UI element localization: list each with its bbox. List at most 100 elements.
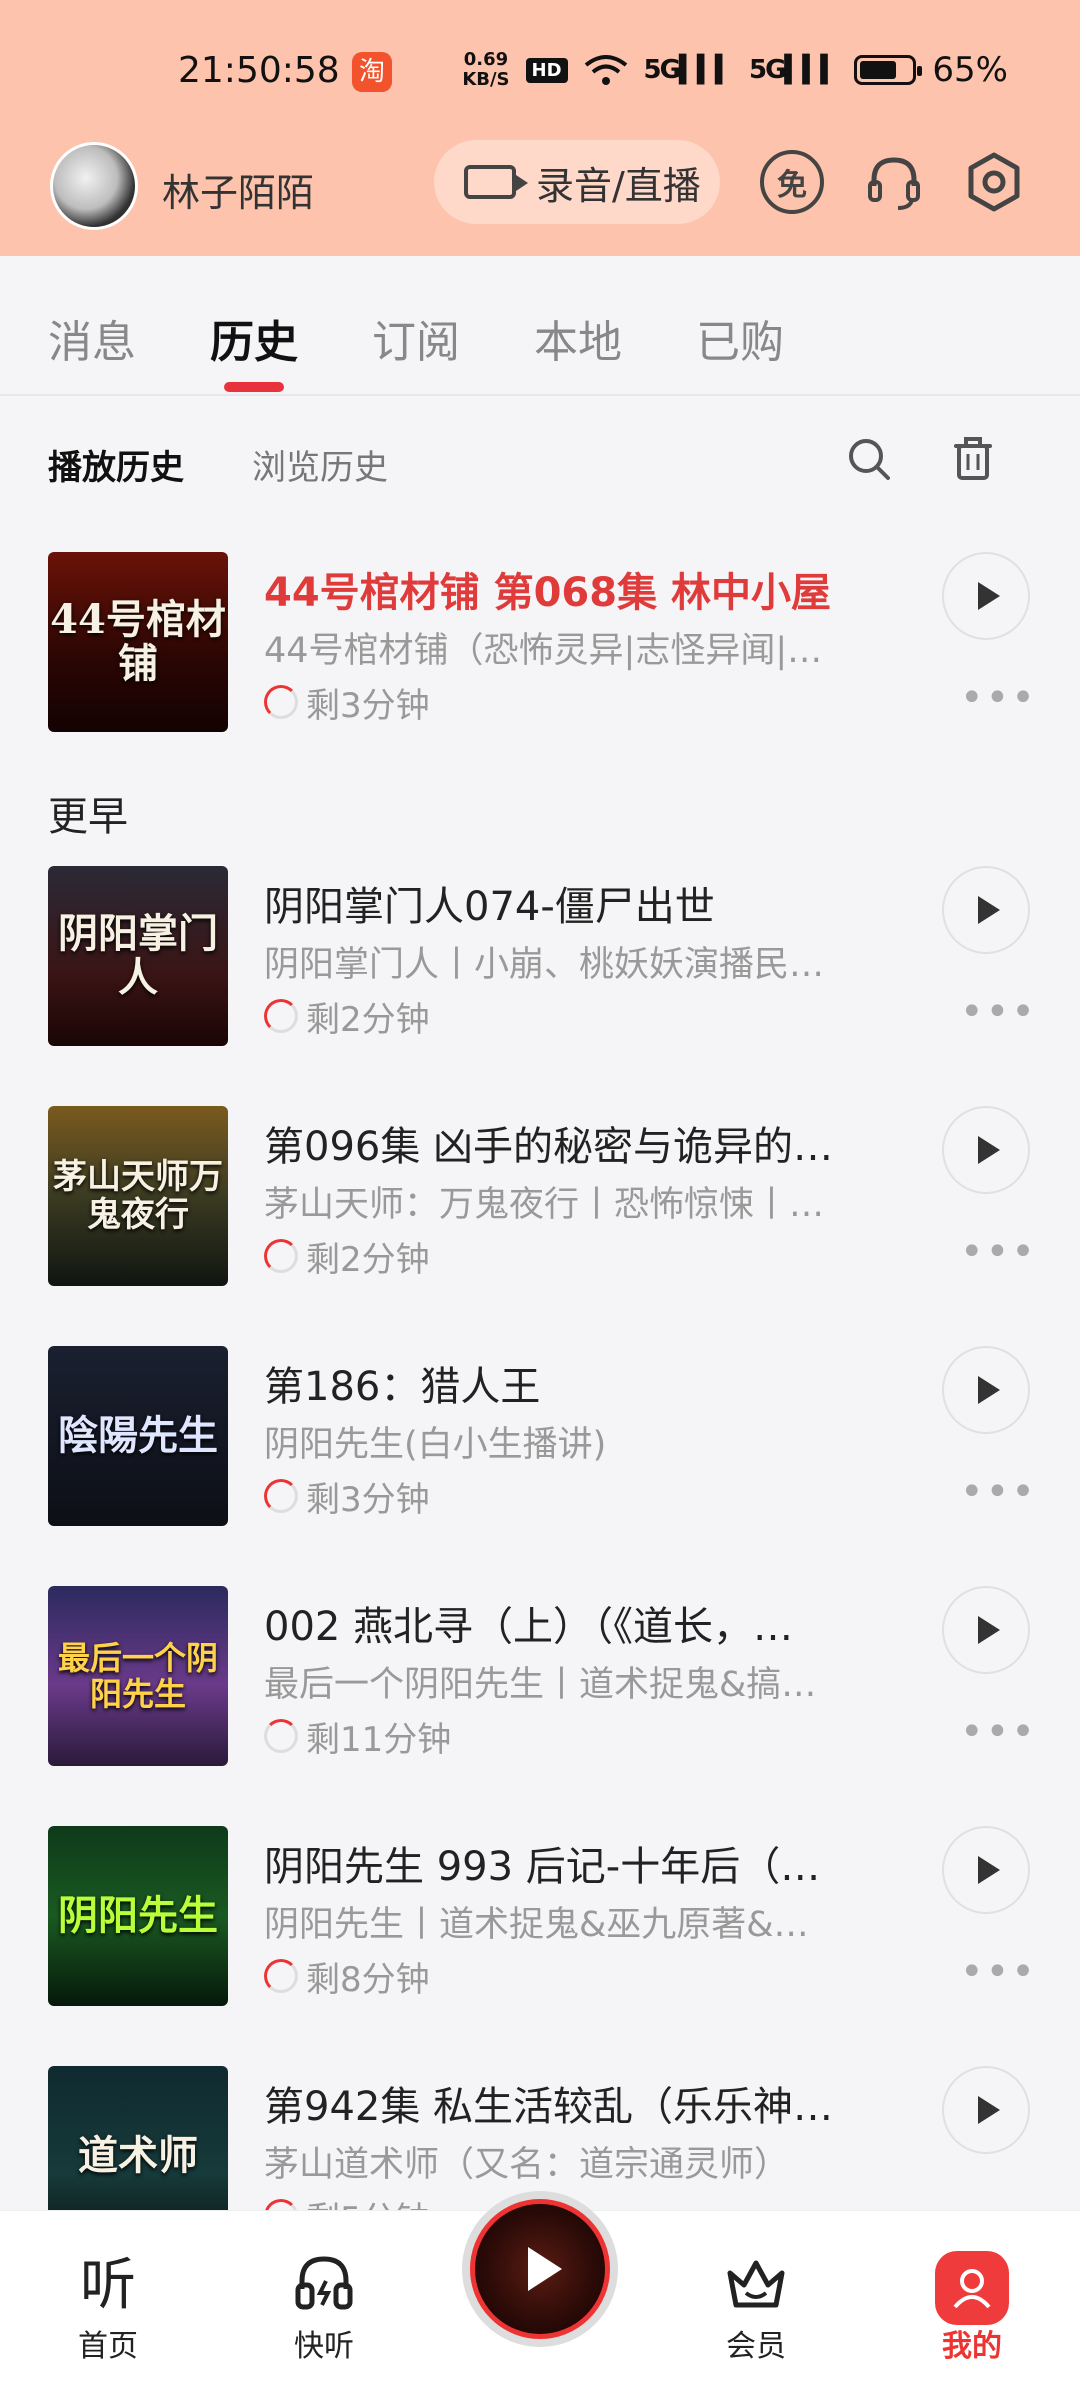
- subtab-play-history[interactable]: 播放历史: [48, 440, 184, 489]
- remaining-time: 剩2分钟: [264, 996, 430, 1040]
- episode-title[interactable]: 第186：猎人王: [264, 1354, 864, 1412]
- play-button[interactable]: [942, 1106, 1030, 1194]
- cover-title: 陰陽先生: [58, 1412, 218, 1459]
- signal-5g-icon-2: 5G▍▍▍: [748, 55, 840, 85]
- user-icon: [935, 2251, 1009, 2325]
- episode-title[interactable]: 002 燕北寻（上）（《道长，…: [264, 1594, 864, 1652]
- record-live-button[interactable]: 录音/直播: [434, 140, 720, 224]
- cover-title: 最后一个阴阳先生: [57, 1639, 218, 1713]
- net-speed-unit: KB/S: [462, 69, 510, 90]
- progress-ring-icon: [264, 1479, 298, 1513]
- now-playing-disc[interactable]: [462, 2191, 618, 2347]
- more-icon[interactable]: •••: [960, 1712, 1035, 1752]
- progress-ring-icon: [264, 1239, 298, 1273]
- tab-history[interactable]: 历史: [210, 306, 298, 370]
- episode-title[interactable]: 阴阳掌门人074-僵尸出世: [264, 874, 864, 932]
- remaining-time: 剩11分钟: [264, 1716, 451, 1760]
- play-button[interactable]: [942, 866, 1030, 954]
- bottom-navigation: 听 首页 快听 会员 我的: [0, 2191, 1080, 2400]
- play-button[interactable]: [942, 1826, 1030, 1914]
- episode-title[interactable]: 44号棺材铺 第068集 林中小屋: [264, 560, 864, 618]
- net-speed: 0.69 KB/S: [462, 50, 509, 90]
- progress-ring-icon: [264, 999, 298, 1033]
- album-name: 44号棺材铺（恐怖灵异|志怪异闻|…: [264, 631, 823, 671]
- album-cover[interactable]: 阴阳掌门人: [48, 866, 228, 1046]
- nav-quick-listen-label: 快听: [294, 2329, 354, 2364]
- remaining-time: 剩3分钟: [264, 682, 430, 726]
- video-camera-icon: [464, 165, 528, 199]
- history-subtabs: 播放历史 浏览历史: [0, 396, 1080, 526]
- cover-title: 阴阳先生: [58, 1892, 218, 1939]
- trash-icon[interactable]: [948, 434, 998, 484]
- episode-title[interactable]: 第942集 私生活较乱（乐乐神…: [264, 2074, 864, 2132]
- history-item[interactable]: 最后一个阴阳先生 002 燕北寻（上）（《道长，… 最后一个阴阳先生丨道术捉鬼&…: [0, 1586, 1080, 1786]
- tab-subscriptions[interactable]: 订阅: [372, 306, 460, 370]
- status-time: 21:50:58: [178, 50, 340, 91]
- more-icon[interactable]: •••: [960, 1232, 1035, 1272]
- cover-title: 道术师: [78, 2132, 198, 2179]
- history-item[interactable]: 茅山天师万鬼夜行 第096集 凶手的秘密与诡异的… 茅山天师：万鬼夜行丨恐怖惊悚…: [0, 1106, 1080, 1306]
- search-icon[interactable]: [844, 434, 894, 484]
- more-icon[interactable]: •••: [960, 1472, 1035, 1512]
- listen-icon: 听: [80, 2253, 136, 2318]
- history-item[interactable]: 陰陽先生 第186：猎人王 阴阳先生(白小生播讲) 剩3分钟 •••: [0, 1346, 1080, 1546]
- episode-title[interactable]: 阴阳先生 993 后记-十年后（…: [264, 1834, 864, 1892]
- record-live-label: 录音/直播: [536, 163, 701, 208]
- nav-me-label: 我的: [942, 2329, 1002, 2364]
- nav-quick-listen[interactable]: 快听: [264, 2251, 384, 2365]
- avatar[interactable]: [50, 142, 138, 230]
- nav-me[interactable]: 我的: [912, 2251, 1032, 2365]
- nav-home-label: 首页: [78, 2329, 138, 2364]
- wifi-icon: [584, 55, 627, 85]
- album-name: 最后一个阴阳先生丨道术捉鬼&搞…: [264, 1665, 817, 1705]
- cover-title: 阴阳掌门人: [58, 910, 218, 1001]
- album-name: 阴阳先生(白小生播讲): [264, 1425, 607, 1465]
- battery-percent: 65%: [932, 50, 1008, 90]
- status-bar: 21:50:58 淘 0.69 KB/S HD 5G▍▍▍ 5G▍▍▍ 65%: [0, 0, 1080, 140]
- album-name: 阴阳先生丨道术捉鬼&巫九原著&多…: [264, 1905, 834, 1945]
- play-button[interactable]: [942, 552, 1030, 640]
- tab-local[interactable]: 本地: [534, 306, 622, 370]
- play-button[interactable]: [942, 2066, 1030, 2154]
- cover-title: 茅山天师万鬼夜行: [53, 1157, 223, 1235]
- nav-vip[interactable]: 会员: [696, 2251, 816, 2365]
- album-name: 茅山道术师（又名：道宗通灵师）: [264, 2145, 790, 2185]
- episode-title[interactable]: 第096集 凶手的秘密与诡异的…: [264, 1114, 864, 1172]
- signal-5g-icon-1: 5G▍▍▍: [643, 55, 735, 85]
- remaining-time: 剩3分钟: [264, 1476, 430, 1520]
- album-cover[interactable]: 44号棺材铺: [48, 552, 228, 732]
- taobao-app-icon: 淘: [352, 52, 392, 92]
- status-indicators: 0.69 KB/S HD 5G▍▍▍ 5G▍▍▍ 65%: [462, 50, 1008, 91]
- remaining-time: 剩2分钟: [264, 1236, 430, 1280]
- progress-ring-icon: [264, 1719, 298, 1753]
- tab-purchased[interactable]: 已购: [696, 306, 784, 370]
- nav-home[interactable]: 听 首页: [48, 2251, 168, 2365]
- album-cover[interactable]: 阴阳先生: [48, 1826, 228, 2006]
- settings-icon[interactable]: [962, 150, 1026, 214]
- more-icon[interactable]: •••: [960, 678, 1035, 718]
- crown-basket-icon: [696, 2251, 816, 2321]
- album-cover[interactable]: 茅山天师万鬼夜行: [48, 1106, 228, 1286]
- more-icon[interactable]: •••: [960, 992, 1035, 1032]
- active-tab-indicator: [224, 382, 284, 392]
- battery-icon: [854, 55, 923, 85]
- history-item[interactable]: 44号棺材铺 44号棺材铺 第068集 林中小屋 44号棺材铺（恐怖灵异|志怪异…: [0, 552, 1080, 752]
- section-earlier: 更早: [48, 794, 128, 840]
- more-icon[interactable]: •••: [960, 1952, 1035, 1992]
- play-button[interactable]: [942, 1346, 1030, 1434]
- tab-messages[interactable]: 消息: [48, 306, 136, 370]
- progress-ring-icon: [264, 1959, 298, 1993]
- album-cover[interactable]: 最后一个阴阳先生: [48, 1586, 228, 1766]
- username[interactable]: 林子陌陌: [162, 162, 314, 217]
- cover-title: 44号棺材铺: [50, 596, 226, 687]
- headset-icon[interactable]: [862, 150, 926, 214]
- album-name: 茅山天师：万鬼夜行丨恐怖惊悚丨…: [264, 1185, 825, 1225]
- play-button[interactable]: [942, 1586, 1030, 1674]
- album-cover[interactable]: 陰陽先生: [48, 1346, 228, 1526]
- history-item[interactable]: 阴阳先生 阴阳先生 993 后记-十年后（… 阴阳先生丨道术捉鬼&巫九原著&多……: [0, 1826, 1080, 2026]
- subtab-browse-history[interactable]: 浏览历史: [252, 440, 388, 489]
- play-icon: [470, 2199, 610, 2339]
- history-item[interactable]: 阴阳掌门人 阴阳掌门人074-僵尸出世 阴阳掌门人丨小崩、桃妖妖演播民… 剩2分…: [0, 866, 1080, 1066]
- net-speed-value: 0.69: [463, 49, 509, 70]
- free-icon[interactable]: 免: [760, 150, 824, 214]
